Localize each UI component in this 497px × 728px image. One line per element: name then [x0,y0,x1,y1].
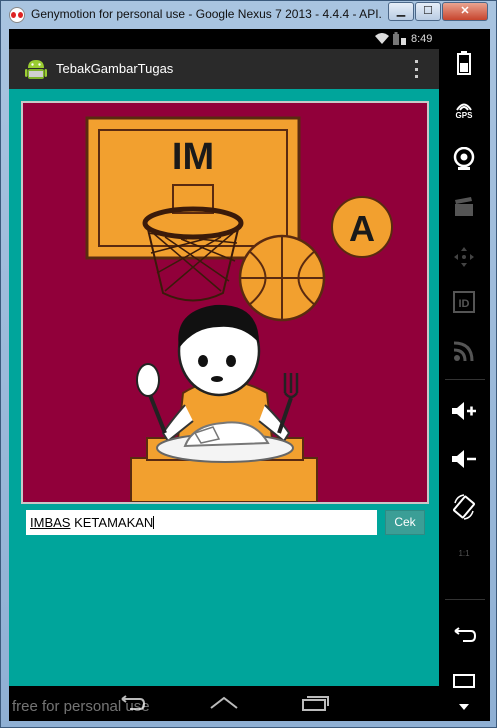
app-action-bar: TebakGambarTugas [9,49,439,89]
app-title: TebakGambarTugas [56,61,174,76]
answer-text: IMBAS KETAMAKAN [30,515,155,530]
id-label: ID [459,298,470,310]
emulator-window: Genymotion for personal use - Google Nex… [0,0,497,728]
gps-label: GPS [455,111,473,120]
window-titlebar: Genymotion for personal use - Google Nex… [1,1,497,28]
menu-button-icon[interactable] [447,665,481,697]
sidebar-separator [445,599,485,600]
overflow-menu-icon[interactable] [411,58,421,80]
circle-letter: A [349,208,375,249]
sidebar-separator [445,379,485,380]
wifi-icon [375,33,389,47]
board-text: IM [172,136,214,178]
home-icon[interactable] [206,692,242,714]
maximize-button[interactable]: ☐ [415,2,441,21]
gps-icon[interactable]: GPS [447,95,481,127]
webcam-icon[interactable] [447,143,481,175]
ratio-label: 1:1 [458,548,470,558]
signal-icon [393,32,407,48]
recent-apps-icon[interactable] [298,692,334,714]
android-status-bar: 8:49 [9,29,439,49]
scroll-down-icon[interactable] [447,697,481,717]
answer-underlined-word: IMBAS [30,515,71,530]
volume-up-icon[interactable] [447,395,481,427]
answer-rest-text: KETAMAKAN [70,515,154,530]
window-title: Genymotion for personal use - Google Nex… [31,7,383,21]
screencast-icon[interactable] [447,191,481,223]
minimize-button[interactable]: ▁ [388,2,414,21]
text-cursor [153,516,155,529]
letter-circle: A [331,196,393,258]
battery-icon[interactable] [447,47,481,79]
device-screen: 8:49 TebakGambarTugas IM A IMBAS KETAMAK… [9,29,490,721]
cek-button[interactable]: Cek [385,510,425,535]
status-time: 8:49 [411,33,433,45]
network-icon[interactable] [447,335,481,367]
android-app-icon [23,56,49,82]
rotate-screen-icon[interactable] [447,491,481,523]
remote-control-icon[interactable] [447,241,481,273]
device-id-icon[interactable]: ID [447,286,481,318]
volume-down-icon[interactable] [447,443,481,475]
basketball-ball [238,234,326,322]
close-button[interactable]: ✕ [442,2,488,21]
genymotion-sidebar: GPS ID 1:1 [439,29,490,721]
pixel-perfect-icon[interactable]: 1:1 [447,537,481,569]
app-content: IM A IMBAS KETAMAKAN Cek [9,89,439,686]
puzzle-image: IM A [21,101,429,504]
genymotion-logo-icon [9,7,25,23]
back-button-icon[interactable] [447,619,481,651]
watermark-text: free for personal use [12,698,150,715]
